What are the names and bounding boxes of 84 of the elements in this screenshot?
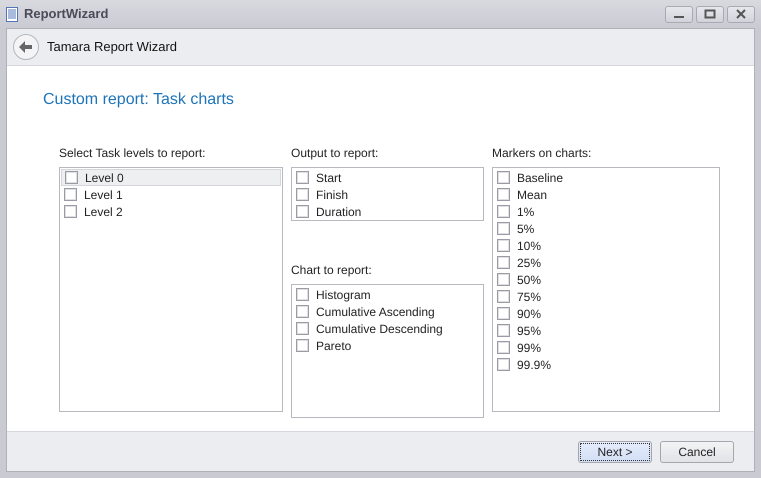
list-item[interactable]: 50% xyxy=(494,271,718,288)
item-label: 25% xyxy=(517,254,542,272)
checkbox[interactable] xyxy=(497,222,510,235)
list-item[interactable]: 1% xyxy=(494,203,718,220)
item-label: 1% xyxy=(517,204,534,220)
item-label: Finish xyxy=(316,186,348,204)
checkbox[interactable] xyxy=(497,171,510,184)
checkbox[interactable] xyxy=(497,239,510,252)
cancel-button[interactable]: Cancel xyxy=(660,440,734,462)
maximize-button[interactable] xyxy=(696,6,724,22)
checkbox[interactable] xyxy=(296,171,309,184)
checkbox[interactable] xyxy=(296,288,309,301)
checkbox[interactable] xyxy=(497,290,510,303)
list-item[interactable]: Level 0 xyxy=(61,169,281,186)
list-item[interactable]: 5% xyxy=(494,220,718,237)
list-item[interactable]: 99.9% xyxy=(494,356,718,373)
checkbox[interactable] xyxy=(497,358,510,371)
item-label: 10% xyxy=(517,238,542,254)
checkbox[interactable] xyxy=(497,341,510,354)
checkbox[interactable] xyxy=(296,322,309,335)
checkbox[interactable] xyxy=(296,205,309,218)
maximize-icon xyxy=(704,9,716,19)
checkbox[interactable] xyxy=(497,188,510,201)
item-label: Cumulative Descending xyxy=(316,320,443,338)
back-arrow-icon xyxy=(19,41,33,53)
item-label: 50% xyxy=(517,272,542,288)
list-label: Select Task levels to report: xyxy=(59,145,207,162)
list-item[interactable]: Start xyxy=(293,169,482,186)
item-label: Baseline xyxy=(517,170,564,186)
minimize-button[interactable] xyxy=(665,6,693,22)
item-label: Level 1 xyxy=(84,186,123,204)
list-item[interactable]: 90% xyxy=(494,305,718,322)
item-label: Cumulative Ascending xyxy=(316,304,435,320)
item-label: Pareto xyxy=(316,338,352,354)
list-item[interactable]: 25% xyxy=(494,254,718,271)
item-label: Histogram xyxy=(316,286,371,304)
list-item[interactable]: 99% xyxy=(494,339,718,356)
document-icon xyxy=(6,6,18,22)
list-label: Output to report: xyxy=(291,145,380,162)
item-label: Duration xyxy=(316,204,362,220)
item-label: Level 0 xyxy=(85,170,124,186)
item-label: 99% xyxy=(517,340,542,356)
item-label: 5% xyxy=(517,220,534,238)
checkbox[interactable] xyxy=(296,305,309,318)
list-label: Markers on charts: xyxy=(492,145,592,162)
item-label: 99.9% xyxy=(517,356,552,374)
list-item[interactable]: Baseline xyxy=(494,169,718,186)
list-label: Chart to report: xyxy=(291,262,373,279)
checkbox[interactable] xyxy=(497,273,510,286)
checkbox[interactable] xyxy=(296,188,309,201)
list-item[interactable]: 10% xyxy=(494,237,718,254)
list-item[interactable]: Mean xyxy=(494,186,718,203)
minimize-icon xyxy=(674,16,684,18)
item-label: Start xyxy=(316,170,342,186)
list-item[interactable]: Level 2 xyxy=(61,203,281,220)
close-icon xyxy=(735,9,747,19)
checkbox[interactable] xyxy=(296,339,309,352)
back-button[interactable] xyxy=(13,34,39,60)
list-item[interactable]: Histogram xyxy=(293,286,482,303)
window-title: ReportWizard xyxy=(24,5,108,24)
item-label: Level 2 xyxy=(84,204,123,220)
item-label: 90% xyxy=(517,306,542,322)
list-item[interactable]: 95% xyxy=(494,322,718,339)
checkbox[interactable] xyxy=(64,188,77,201)
checkbox[interactable] xyxy=(497,307,510,320)
close-button[interactable] xyxy=(727,6,755,22)
checkbox[interactable] xyxy=(497,324,510,337)
list-item[interactable]: Level 1 xyxy=(61,186,281,203)
item-label: 95% xyxy=(517,322,542,340)
item-label: 75% xyxy=(517,288,542,306)
next-button[interactable]: Next > xyxy=(578,440,652,462)
header-title: Tamara Report Wizard xyxy=(47,38,178,56)
checkbox[interactable] xyxy=(65,171,78,184)
list-item[interactable]: 75% xyxy=(494,288,718,305)
list-item[interactable]: Cumulative Descending xyxy=(293,320,482,337)
list-item[interactable]: Finish xyxy=(293,186,482,203)
checkbox[interactable] xyxy=(497,205,510,218)
list-item[interactable]: Pareto xyxy=(293,337,482,354)
list-item[interactable]: Duration xyxy=(293,203,482,220)
checkbox[interactable] xyxy=(64,205,77,218)
list-item[interactable]: Cumulative Ascending xyxy=(293,303,482,320)
item-label: Mean xyxy=(517,186,548,204)
checkbox[interactable] xyxy=(497,256,510,269)
page-title: Custom report: Task charts xyxy=(43,90,235,110)
